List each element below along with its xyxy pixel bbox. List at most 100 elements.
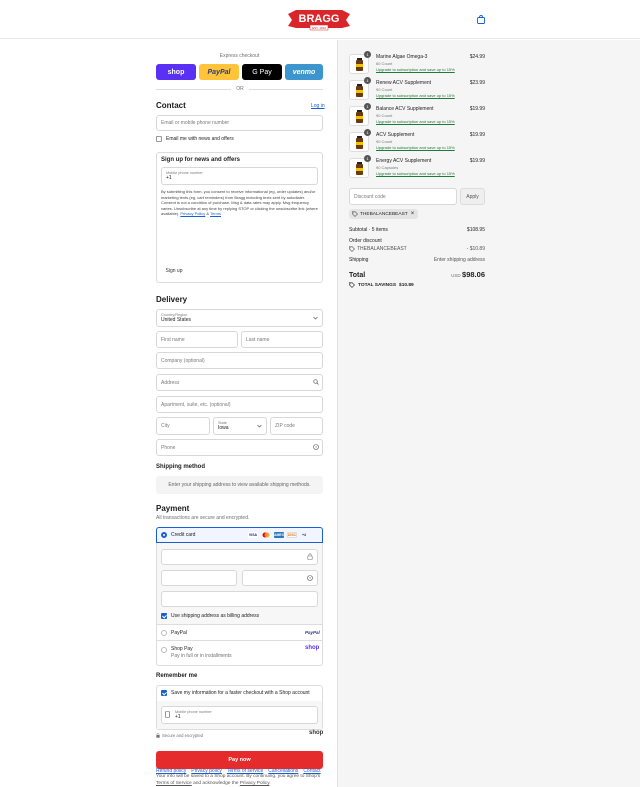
- shop-privacy-link[interactable]: Privacy Policy: [240, 781, 270, 786]
- help-icon[interactable]: ?: [307, 575, 313, 581]
- product-name: Marine Algae Omega-3: [376, 54, 428, 60]
- shop-pay-logo: shop: [305, 645, 320, 651]
- delivery-heading: Delivery: [156, 295, 188, 304]
- last-name-field[interactable]: Last name: [241, 331, 323, 348]
- product-price: $19.99: [469, 106, 485, 112]
- product-price: $19.99: [469, 158, 485, 164]
- order-discount-row: Order discount: [349, 238, 485, 244]
- currency: USD: [451, 273, 461, 278]
- subtotal-label: Subtotal · 5 items: [349, 227, 388, 233]
- bottle-image: [356, 136, 363, 149]
- shopping-bag-icon[interactable]: [477, 15, 485, 24]
- product-name: Balance ACV Supplement: [376, 106, 434, 112]
- terms-of-service-link[interactable]: Terms of service: [227, 768, 263, 774]
- upgrade-subscription-link[interactable]: Upgrade to subscription and save up to 1…: [376, 171, 455, 176]
- card-brand-icons: VISA AMEX DISC +4: [248, 532, 308, 538]
- apply-discount-button[interactable]: Apply: [460, 188, 485, 205]
- shop-terms-link[interactable]: Terms of Service: [156, 781, 192, 786]
- paypal-radio[interactable]: [161, 630, 167, 636]
- product-variant: 60 Count: [376, 61, 393, 66]
- applied-code: THEBALANCEBEAST: [357, 246, 407, 252]
- quantity-badge: 1: [364, 51, 371, 58]
- quantity-badge: 1: [364, 129, 371, 136]
- shop-logo: shop: [309, 730, 324, 736]
- sms-phone-field[interactable]: Mobile phone number +1: [161, 167, 318, 185]
- secure-text: Secure and encrypted: [162, 733, 203, 738]
- help-icon[interactable]: ?: [313, 444, 319, 450]
- city-field[interactable]: City: [156, 417, 210, 435]
- paypal-logo: PayPal: [305, 630, 320, 635]
- save-info-checkbox[interactable]: [161, 690, 167, 696]
- google-pay-button[interactable]: G Pay: [242, 64, 282, 80]
- address-field[interactable]: Address: [156, 374, 323, 391]
- tag-icon: [352, 211, 358, 217]
- apartment-field[interactable]: Apartment, suite, etc. (optional): [156, 396, 323, 413]
- product-price: $23.99: [469, 80, 485, 86]
- header: BRAGG EST. 1912: [0, 0, 640, 39]
- total-value: $98.06: [462, 270, 485, 279]
- subtotal-row: Subtotal · 5 items $108.95: [349, 227, 485, 233]
- product-variant: 90 Count: [376, 139, 393, 144]
- shop-pay-radio[interactable]: [161, 647, 167, 653]
- venmo-button[interactable]: venmo: [285, 64, 323, 80]
- company-field[interactable]: Company (optional): [156, 352, 323, 369]
- or-separator: OR: [236, 86, 244, 92]
- search-icon: [313, 379, 319, 385]
- billing-address-label: Use shipping address as billing address: [171, 613, 260, 619]
- discount-code-field[interactable]: Discount code: [349, 188, 457, 205]
- contact-link[interactable]: Contact: [303, 768, 320, 774]
- express-checkout-title: Express checkout: [219, 53, 260, 59]
- product-name: Energy ACV Supplement: [376, 158, 432, 164]
- sms-phone-value: +1: [166, 175, 172, 181]
- credit-card-radio[interactable]: [161, 532, 167, 538]
- product-price: $24.99: [469, 54, 485, 60]
- upgrade-subscription-link[interactable]: Upgrade to subscription and save up to 1…: [376, 119, 455, 124]
- email-field[interactable]: Email or mobile phone number: [156, 115, 323, 131]
- more-brands-badge: +4: [302, 533, 306, 537]
- discount-code-row: THEBALANCEBEAST - $10.89: [349, 246, 485, 252]
- discount-tag-code: THEBALANCEBEAST: [360, 211, 408, 217]
- phone-field[interactable]: Phone: [156, 439, 323, 456]
- upgrade-subscription-link[interactable]: Upgrade to subscription and save up to 1…: [376, 145, 455, 150]
- pay-now-button[interactable]: Pay now: [156, 751, 323, 769]
- expiry-field[interactable]: [161, 570, 237, 586]
- upgrade-subscription-link[interactable]: Upgrade to subscription and save up to 1…: [376, 67, 455, 72]
- billing-address-checkbox[interactable]: [161, 613, 167, 619]
- remember-phone-field[interactable]: Mobile phone number +1: [161, 706, 318, 724]
- bottle-image: [356, 110, 363, 123]
- svg-text:EST. 1912: EST. 1912: [312, 26, 326, 30]
- newsletter-checkbox[interactable]: [156, 136, 162, 142]
- cancellations-link[interactable]: Cancellations: [268, 768, 298, 774]
- save-info-label: Save my information for a faster checkou…: [171, 690, 310, 696]
- sign-up-button[interactable]: Sign up: [161, 264, 187, 278]
- first-name-field[interactable]: First name: [156, 331, 238, 348]
- privacy-policy-footer-link[interactable]: Privacy policy: [191, 768, 222, 774]
- savings-value: $10.89: [399, 282, 414, 288]
- line-item: 1 ACV Supplement 90 Count Upgrade to sub…: [349, 129, 485, 154]
- line-item: 1 Renew ACV Supplement 90 Count Upgrade …: [349, 77, 485, 102]
- name-on-card-field[interactable]: [161, 591, 318, 607]
- terms-link[interactable]: Terms: [210, 211, 221, 216]
- privacy-policy-link[interactable]: Privacy Policy: [180, 211, 205, 216]
- paypal-button[interactable]: PayPal: [199, 64, 239, 80]
- tag-icon: [349, 282, 355, 288]
- remove-discount-icon[interactable]: ×: [411, 211, 415, 217]
- bragg-logo[interactable]: BRAGG EST. 1912: [286, 8, 352, 32]
- zip-field[interactable]: ZIP code: [270, 417, 323, 435]
- quantity-badge: 1: [364, 103, 371, 110]
- shop-pay-button[interactable]: shop: [156, 64, 196, 80]
- sms-consent-text: By submitting this form, you consent to …: [161, 189, 318, 217]
- remember-me-heading: Remember me: [156, 673, 198, 679]
- newsletter-label: Email me with news and offers: [166, 136, 234, 142]
- bottle-image: [356, 58, 363, 71]
- state-value: Iowa: [218, 425, 229, 431]
- line-item: 1 Marine Algae Omega-3 60 Count Upgrade …: [349, 51, 485, 76]
- upgrade-subscription-link[interactable]: Upgrade to subscription and save up to 1…: [376, 93, 455, 98]
- login-link[interactable]: Log in: [311, 103, 325, 109]
- paypal-label: PayPal: [171, 630, 187, 636]
- divider: [157, 624, 322, 625]
- country-select[interactable]: Country/Region United States: [156, 309, 323, 327]
- product-variant: 90 Count: [376, 113, 393, 118]
- card-number-field[interactable]: [161, 549, 318, 565]
- refund-policy-link[interactable]: Refund policy: [156, 768, 186, 774]
